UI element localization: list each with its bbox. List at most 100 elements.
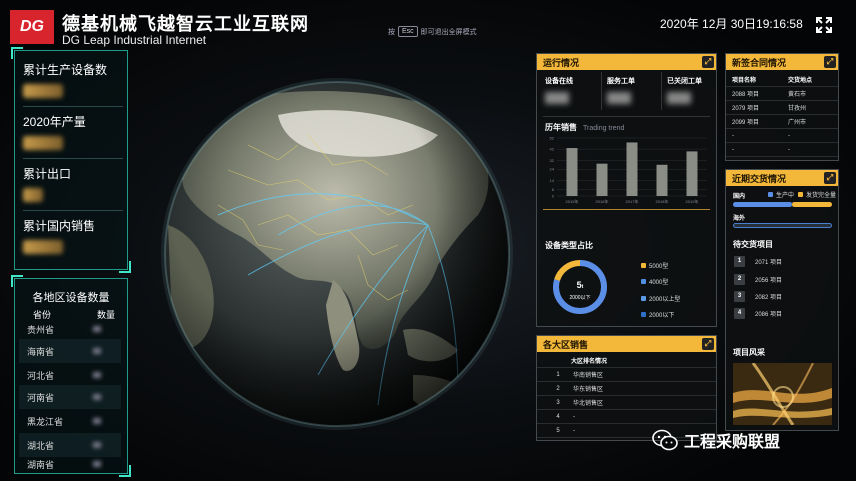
stat-label: 累计出口 <box>23 167 72 181</box>
table-row[interactable]: 2099 项目 广州市 <box>726 115 838 129</box>
legend-label: 5000型 <box>649 264 669 270</box>
wechat-icon <box>652 429 678 451</box>
project-photo-title: 项目风采 <box>733 348 765 357</box>
pending-number: 2 <box>734 274 745 285</box>
sales-bar-chart: 0 6 14 24 32 42 52 2015年 2016年 2017年 2018年 2019年 <box>550 136 707 204</box>
panel-expand-icon[interactable]: ⤢ <box>824 172 836 184</box>
table-row[interactable]: 河南省 <box>19 385 121 409</box>
x-tick-label: 2018年 <box>656 198 669 204</box>
pending-number: 4 <box>734 308 745 319</box>
x-tick-label: 2019年 <box>686 198 699 204</box>
stat-value-blurred <box>23 240 63 254</box>
divider <box>601 72 602 110</box>
delivery-header: 近期交货情况 ⤢ <box>726 170 838 186</box>
sales-subtitle: Trading trend <box>583 125 625 132</box>
pending-name: 2082 项目 <box>755 295 783 301</box>
delivery-place: - <box>788 146 790 153</box>
region-sales-table: 大区排名情况 1 华南销售区 2 华东销售区 3 华北销售区 4- 5- <box>537 354 716 438</box>
bar-2015年[interactable] <box>566 148 578 196</box>
count-blurred <box>93 348 101 354</box>
summary-stats-panel: 累计生产设备数 2020年产量 累计出口 累计国内销售 <box>11 47 131 273</box>
table-row[interactable]: 2 华东销售区 <box>537 382 716 396</box>
province-name: 河南省 <box>27 392 55 403</box>
table-row[interactable]: 河北省 <box>19 363 121 387</box>
table-row[interactable]: 1 华南销售区 <box>537 368 716 382</box>
pending-item[interactable]: 2 2056 项目 <box>734 274 782 285</box>
esc-hint-suffix: 即可退出全屏模式 <box>420 28 477 36</box>
rank-number: 1 <box>556 371 560 378</box>
x-tick-label: 2016年 <box>596 198 609 204</box>
x-tick-label: 2015年 <box>566 198 579 204</box>
rank-number: 4 <box>556 413 560 420</box>
panel-expand-icon[interactable]: ⤢ <box>702 56 714 68</box>
region-panel-title: 各地区设备数量 <box>32 292 110 304</box>
earth-globe[interactable] <box>158 75 516 433</box>
page-subtitle: DG Leap Industrial Internet <box>62 33 207 47</box>
province-name: 湖南省 <box>27 459 55 470</box>
stat-value-blurred <box>23 188 43 202</box>
table-row[interactable]: 湖北省 <box>19 433 121 457</box>
fullscreen-icon[interactable] <box>815 16 833 34</box>
table-row[interactable]: 3 华北销售区 <box>537 396 716 410</box>
pending-number: 3 <box>734 291 745 302</box>
bar-2017年[interactable] <box>626 142 638 196</box>
legend-label: 4000型 <box>649 280 669 286</box>
pending-item[interactable]: 4 2086 项目 <box>734 308 782 319</box>
kpi-value-blurred <box>667 92 691 104</box>
legend-label: 2000以下 <box>649 313 675 319</box>
table-row[interactable]: 湖南省 <box>19 457 121 471</box>
panel-expand-icon[interactable]: ⤢ <box>824 56 836 68</box>
divider <box>661 72 662 110</box>
delivery-place: 黄石市 <box>788 92 807 98</box>
overseas-label: 海外 <box>733 216 746 222</box>
pending-title: 待交货项目 <box>733 240 773 249</box>
region-name: - <box>573 413 575 420</box>
y-tick-label: 24 <box>550 167 555 172</box>
province-name: 黑龙江省 <box>27 416 64 427</box>
stat-label: 累计生产设备数 <box>23 63 108 77</box>
bar-2019年[interactable] <box>686 151 698 196</box>
legend-label: 生产中 <box>776 193 795 199</box>
pending-item[interactable]: 1 2071 项目 <box>734 256 782 267</box>
bar-2018年[interactable] <box>656 164 668 196</box>
table-row[interactable]: -- <box>726 129 838 143</box>
panel-title: 运行情况 <box>543 58 580 68</box>
table-row[interactable]: 2088 项目 黄石市 <box>726 87 838 101</box>
contracts-header: 新签合同情况 ⤢ <box>726 54 838 70</box>
overseas-progress <box>733 223 832 228</box>
table-header-row: 项目名称 交货地点 <box>726 73 838 87</box>
contracts-table: 项目名称 交货地点 2088 项目 黄石市 2079 项目 甘孜州 2099 项目 广州… <box>726 73 838 157</box>
stat-value-blurred <box>23 84 63 98</box>
sales-section-title: 历年销售 Trading trend <box>545 122 624 133</box>
sales-title: 历年销售 <box>545 123 577 132</box>
province-name: 河北省 <box>27 370 55 381</box>
table-row[interactable]: 海南省 <box>19 339 121 363</box>
project-photo[interactable] <box>733 363 832 425</box>
y-tick-label: 14 <box>550 178 555 183</box>
legend-2000-up: 2000以上型 <box>641 294 680 303</box>
table-row[interactable]: -- <box>726 143 838 157</box>
pending-item[interactable]: 3 2082 项目 <box>734 291 782 302</box>
y-tick-label: 52 <box>550 136 555 141</box>
table-row[interactable]: 黑龙江省 <box>19 409 121 433</box>
bar-2016年[interactable] <box>596 163 608 196</box>
esc-key: Esc <box>398 26 418 37</box>
panel-expand-icon[interactable]: ⤢ <box>702 338 714 350</box>
operation-panel: 运行情况 ⤢ 设备在线 服务工单 已关闭工单 历年销售 Trading trend … <box>536 53 717 327</box>
x-tick-label: 2017年 <box>626 198 639 204</box>
project-name: - <box>732 132 734 139</box>
region-name: - <box>573 427 575 434</box>
count-blurred <box>93 461 101 467</box>
stat-label: 2020年产量 <box>23 115 86 129</box>
region-name: 华北销售区 <box>573 401 604 407</box>
pending-number: 1 <box>734 256 745 267</box>
table-row[interactable]: 贵州省 <box>19 317 121 341</box>
fullscreen-hint: 按 Esc 即可退出全屏模式 <box>388 26 477 37</box>
y-tick-label: 42 <box>550 147 555 152</box>
table-row[interactable]: 2079 项目 甘孜州 <box>726 101 838 115</box>
kpi-label: 已关闭工单 <box>667 78 702 85</box>
kpi-label: 设备在线 <box>545 78 573 85</box>
stat-domestic: 累计国内销售 <box>23 211 123 263</box>
table-row[interactable]: 4- <box>537 410 716 424</box>
rank-number: 2 <box>556 385 560 392</box>
